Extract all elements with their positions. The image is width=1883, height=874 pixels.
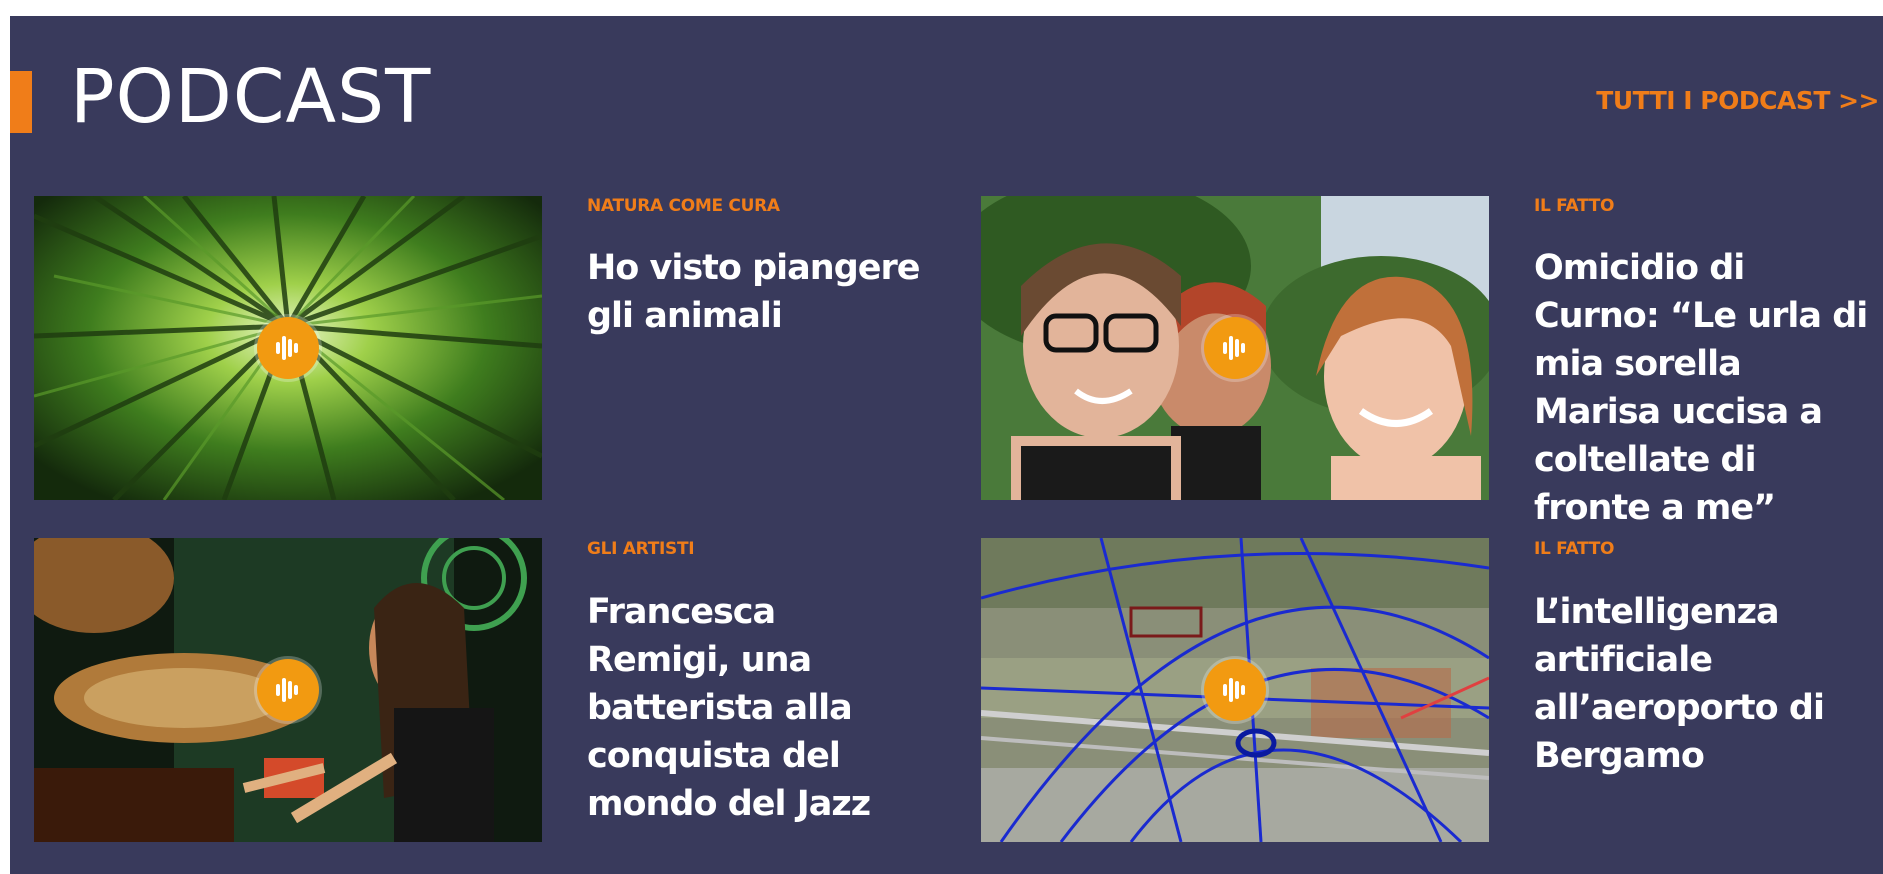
card-kicker[interactable]: IL FATTO	[1534, 196, 1615, 216]
card-kicker[interactable]: NATURA COME CURA	[587, 196, 780, 216]
card-image-selfie[interactable]	[981, 196, 1489, 500]
card-image-airport[interactable]	[981, 538, 1489, 842]
card-headline[interactable]: Omicidio di Curno: “Le urla di mia sorel…	[1534, 244, 1874, 532]
audio-waveform-icon[interactable]	[1204, 317, 1266, 379]
card-image-bamboo[interactable]	[34, 196, 542, 500]
audio-waveform-icon[interactable]	[257, 659, 319, 721]
card-kicker[interactable]: GLI ARTISTI	[587, 539, 695, 559]
all-podcasts-link[interactable]: TUTTI I PODCAST >>	[1596, 86, 1879, 115]
card-image-drummer[interactable]	[34, 538, 542, 842]
card-kicker[interactable]: IL FATTO	[1534, 539, 1615, 559]
card-headline[interactable]: L’intelligenza artificiale all’aeroporto…	[1534, 588, 1874, 780]
section-title: PODCAST	[70, 54, 432, 140]
audio-waveform-icon[interactable]	[1204, 659, 1266, 721]
card-headline[interactable]: Ho visto piangere gli animali	[587, 244, 927, 340]
card-headline[interactable]: Francesca Remigi, una batterista alla co…	[587, 588, 927, 828]
podcast-section: PODCAST TUTTI I PODCAST >> NATURA COME C…	[10, 16, 1883, 874]
section-accent-bar	[10, 71, 32, 133]
audio-waveform-icon[interactable]	[257, 317, 319, 379]
